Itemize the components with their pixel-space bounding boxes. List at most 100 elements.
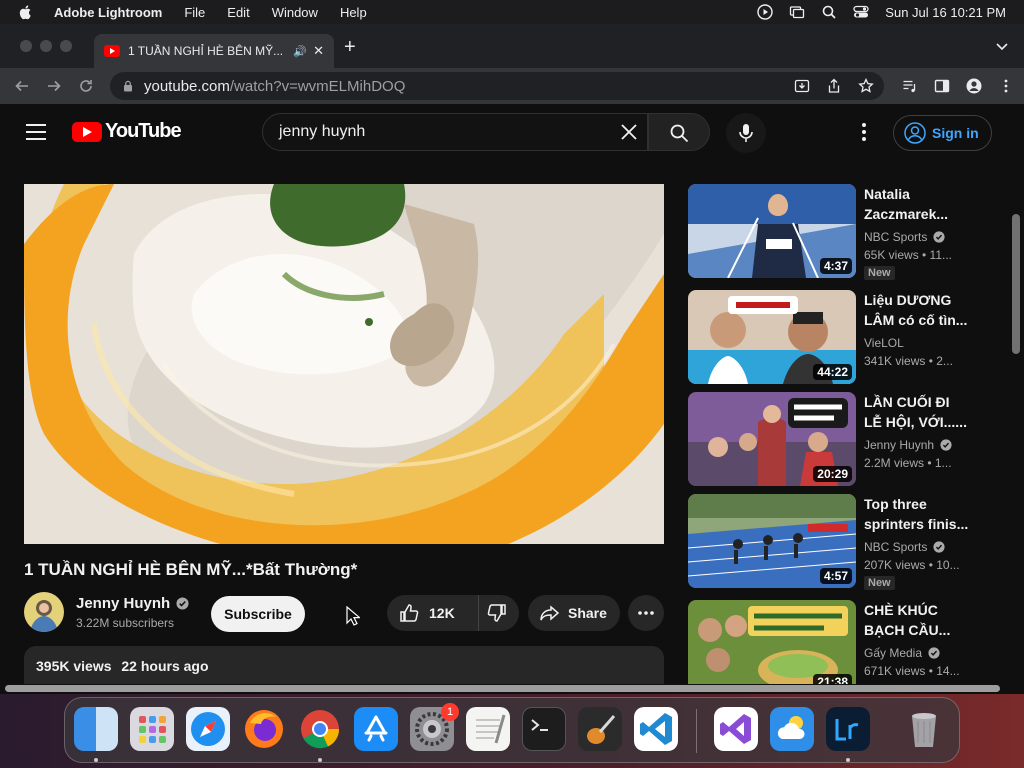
screen-mirroring-icon[interactable]	[789, 4, 805, 20]
safari-icon[interactable]	[186, 707, 230, 751]
channel-name[interactable]: Jenny Huynh	[76, 595, 189, 612]
recommended-channel[interactable]: NBC Sports	[864, 230, 945, 244]
video-thumbnail[interactable]: 44:22	[688, 290, 856, 384]
search-input[interactable]: jenny huynh	[262, 113, 648, 151]
terminal-icon[interactable]	[522, 707, 566, 751]
lightroom-icon[interactable]	[826, 707, 870, 751]
zoom-window-button[interactable]	[60, 40, 72, 52]
tab-audio-icon[interactable]: 🔊	[293, 45, 307, 58]
chrome-logo	[301, 710, 340, 749]
video-player[interactable]	[24, 184, 664, 544]
firefox-icon[interactable]	[242, 707, 286, 751]
recommended-meta: 207K views • 10...	[864, 558, 960, 572]
finder-icon[interactable]	[74, 707, 118, 751]
recommended-video[interactable]: 4:57 Top three sprinters finis... NBC Sp…	[688, 494, 998, 590]
bookmark-star-icon[interactable]	[858, 78, 874, 94]
new-tab-button[interactable]: +	[344, 36, 356, 59]
tab-search-chevron-icon[interactable]	[996, 40, 1008, 52]
media-play-icon[interactable]	[757, 4, 773, 20]
search-button[interactable]	[648, 113, 710, 151]
horizontal-scrollbar-thumb[interactable]	[5, 685, 1000, 692]
recommended-channel[interactable]: VieLOL	[864, 336, 904, 350]
install-app-icon[interactable]	[794, 78, 810, 94]
textedit-icon[interactable]	[466, 707, 510, 751]
close-window-button[interactable]	[20, 40, 32, 52]
profile-icon[interactable]	[966, 78, 982, 94]
control-center-icon[interactable]	[853, 4, 869, 20]
youtube-logo[interactable]: YouTube	[72, 120, 182, 143]
recommended-video[interactable]: 4:37 Natalia Zaczmarek... NBC Sports 65K…	[688, 184, 998, 280]
thumbnail-image	[688, 600, 856, 684]
channel-avatar[interactable]	[24, 592, 64, 632]
app-menu-name[interactable]: Adobe Lightroom	[54, 5, 162, 20]
settings-kebab-icon[interactable]	[856, 122, 872, 142]
vscode-icon[interactable]	[634, 707, 678, 751]
dislike-button[interactable]	[479, 595, 519, 631]
video-thumbnail[interactable]: 21:38	[688, 600, 856, 684]
apple-menu-icon[interactable]	[18, 4, 34, 20]
media-controls-icon[interactable]	[902, 78, 918, 94]
recommended-title[interactable]: Top three sprinters finis...	[864, 494, 970, 534]
clear-search-icon[interactable]	[619, 122, 639, 142]
menu-help[interactable]: Help	[340, 5, 367, 20]
spotlight-search-icon[interactable]	[821, 4, 837, 20]
menu-file[interactable]: File	[184, 5, 205, 20]
reload-icon[interactable]	[78, 78, 94, 94]
share-page-icon[interactable]	[826, 78, 842, 94]
lock-icon[interactable]	[122, 80, 134, 92]
recommended-video[interactable]: 20:29 LẦN CUỐI ĐI LỄ HỘI, VỚI...... Jenn…	[688, 392, 998, 486]
back-arrow-icon[interactable]	[14, 78, 30, 94]
chrome-menu-icon[interactable]	[998, 78, 1014, 94]
verified-badge-icon	[176, 597, 189, 610]
visual-studio-icon[interactable]	[714, 707, 758, 751]
forward-arrow-icon[interactable]	[46, 78, 62, 94]
upload-time: 22 hours ago	[121, 658, 209, 674]
recommended-channel[interactable]: Jenny Huynh	[864, 438, 952, 452]
like-dislike-group: 12K	[387, 595, 519, 631]
tab-close-icon[interactable]: ✕	[313, 43, 324, 59]
browser-tab-active[interactable]: 1 TUẦN NGHỈ HÈ BÊN MỸ... 🔊 ✕	[94, 34, 334, 68]
recommended-title[interactable]: Liệu DƯƠNG LÂM có cố tìn...	[864, 290, 970, 330]
menubar-clock[interactable]: Sun Jul 16 10:21 PM	[885, 5, 1006, 20]
menu-bar: Adobe Lightroom File Edit Window Help Su…	[0, 0, 1024, 24]
terminal-prompt	[531, 719, 548, 731]
recommended-title[interactable]: LẦN CUỐI ĐI LỄ HỘI, VỚI......	[864, 392, 970, 432]
minimize-window-button[interactable]	[40, 40, 52, 52]
voice-search-button[interactable]	[726, 113, 766, 153]
video-thumbnail[interactable]: 4:57	[688, 494, 856, 588]
app-store-icon[interactable]	[354, 707, 398, 751]
recommended-title[interactable]: CHÈ KHÚC BẠCH CẦU...	[864, 600, 970, 640]
side-panel-icon[interactable]	[934, 78, 950, 94]
menu-window[interactable]: Window	[272, 5, 318, 20]
menu-edit[interactable]: Edit	[227, 5, 249, 20]
like-button[interactable]: 12K	[387, 595, 479, 631]
more-actions-button[interactable]	[628, 595, 664, 631]
recommended-channel[interactable]: Gấy Media	[864, 646, 940, 660]
cloud-sun-logo	[777, 716, 805, 739]
horizontal-scrollbar[interactable]	[0, 684, 1024, 694]
recommended-title[interactable]: Natalia Zaczmarek...	[864, 184, 970, 224]
share-button[interactable]: Share	[528, 595, 620, 631]
recommended-video[interactable]: 21:38 CHÈ KHÚC BẠCH CẦU... Gấy Media 671…	[688, 600, 998, 684]
vertical-scrollbar[interactable]	[1012, 214, 1020, 354]
address-bar[interactable]: youtube.com/watch?v=wvmELMihDOQ	[110, 72, 884, 100]
subscribe-button[interactable]: Subscribe	[211, 596, 305, 632]
chrome-icon[interactable]	[298, 707, 342, 751]
weather-icon[interactable]	[770, 707, 814, 751]
trash-icon[interactable]	[902, 707, 946, 751]
youtube-play-logo-icon	[72, 121, 102, 142]
sign-in-button[interactable]: Sign in	[893, 115, 992, 151]
account-circle-icon	[904, 122, 926, 144]
garageband-icon[interactable]	[578, 707, 622, 751]
hamburger-menu-icon[interactable]	[26, 124, 46, 140]
safari-compass	[191, 712, 225, 746]
description-box[interactable]: 395K views 22 hours ago	[24, 646, 664, 684]
recommended-channel[interactable]: NBC Sports	[864, 540, 945, 554]
video-thumbnail[interactable]: 4:37	[688, 184, 856, 278]
video-thumbnail[interactable]: 20:29	[688, 392, 856, 486]
video-duration: 21:38	[813, 674, 852, 684]
like-count: 12K	[429, 605, 455, 621]
launchpad-icon[interactable]	[130, 707, 174, 751]
browser-tab-strip: 1 TUẦN NGHỈ HÈ BÊN MỸ... 🔊 ✕ +	[0, 24, 1024, 68]
recommended-video[interactable]: 44:22 Liệu DƯƠNG LÂM có cố tìn... VieLOL…	[688, 290, 998, 384]
